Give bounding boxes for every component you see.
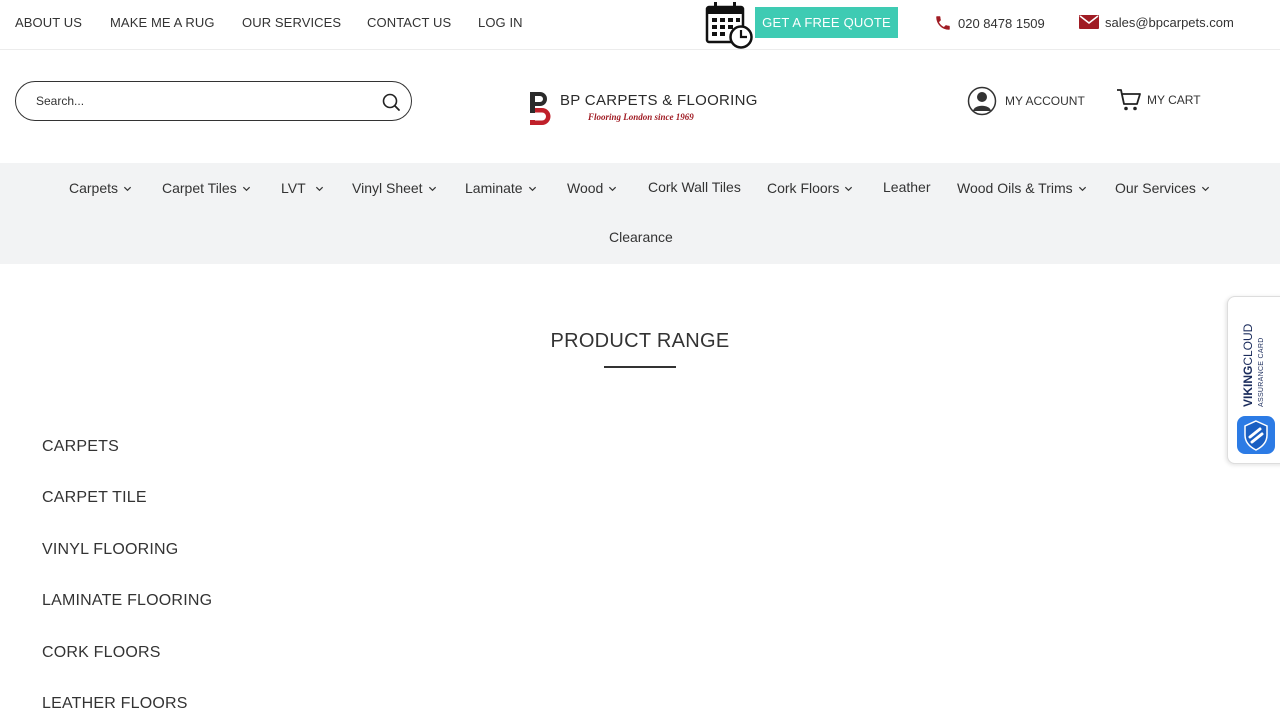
mail-icon bbox=[1079, 15, 1099, 29]
nav-item-vinyl-sheet[interactable]: Vinyl Sheet bbox=[352, 180, 437, 196]
nav-item-laminate[interactable]: Laminate bbox=[465, 180, 537, 196]
search-icon[interactable] bbox=[381, 92, 401, 112]
top-bar: ABOUT US MAKE ME A RUG OUR SERVICES CONT… bbox=[0, 0, 1280, 50]
nav-item-carpet-tiles[interactable]: Carpet Tiles bbox=[162, 180, 251, 196]
calendar-clock-icon[interactable] bbox=[704, 1, 754, 49]
email-address: sales@bpcarpets.com bbox=[1105, 14, 1234, 30]
vikingcloud-shield-icon bbox=[1237, 416, 1275, 454]
email-contact[interactable]: sales@bpcarpets.com bbox=[1079, 14, 1234, 30]
section-title: PRODUCT RANGE bbox=[550, 330, 730, 352]
nav-item-clearance[interactable]: Clearance bbox=[609, 229, 673, 245]
nav-item-wood[interactable]: Wood bbox=[567, 180, 617, 196]
product-range-item[interactable]: CARPETS bbox=[42, 438, 119, 456]
nav-item-lvt[interactable]: LVT bbox=[281, 180, 324, 196]
get-free-quote-button[interactable]: GET A FREE QUOTE bbox=[755, 7, 898, 38]
phone-icon bbox=[936, 16, 950, 30]
shopping-cart-icon bbox=[1117, 89, 1141, 111]
my-cart-label: MY CART bbox=[1147, 93, 1201, 107]
vikingcloud-subtitle: ASSURANCE CARD bbox=[1258, 337, 1265, 407]
my-account-link[interactable]: MY ACCOUNT bbox=[967, 86, 1085, 116]
nav-item-carpets[interactable]: Carpets bbox=[69, 180, 132, 196]
chevron-down-icon bbox=[428, 186, 436, 191]
nav-label: Cork Floors bbox=[767, 180, 840, 196]
log-in-link[interactable]: LOG IN bbox=[478, 15, 523, 30]
vikingcloud-assurance-badge[interactable]: VIKINGCLOUD ASSURANCE CARD bbox=[1227, 296, 1280, 464]
our-services-link[interactable]: OUR SERVICES bbox=[242, 15, 341, 30]
bp-logo-mark-icon bbox=[530, 92, 551, 125]
phone-number: 020 8478 1509 bbox=[958, 15, 1045, 31]
chevron-down-icon bbox=[528, 186, 536, 191]
nav-label: Clearance bbox=[609, 229, 673, 245]
chevron-down-icon bbox=[1201, 186, 1209, 191]
logo-tagline: Flooring London since 1969 bbox=[588, 112, 694, 122]
search-input[interactable] bbox=[36, 91, 366, 111]
search-box bbox=[15, 81, 412, 121]
nav-label: Carpet Tiles bbox=[162, 180, 237, 196]
my-cart-link[interactable]: MY CART bbox=[1116, 88, 1201, 112]
chevron-down-icon bbox=[609, 186, 617, 191]
site-logo[interactable]: BP CARPETS & FLOORING Flooring London si… bbox=[527, 91, 757, 127]
nav-label: Wood bbox=[567, 180, 604, 196]
vikingcloud-brand: VIKINGCLOUD bbox=[1241, 323, 1255, 407]
chevron-down-icon bbox=[845, 186, 853, 191]
title-underline bbox=[604, 366, 676, 368]
product-range-item[interactable]: VINYL FLOORING bbox=[42, 541, 178, 559]
my-account-label: MY ACCOUNT bbox=[1005, 94, 1085, 108]
chevron-down-icon bbox=[315, 186, 323, 191]
nav-item-wood-oils-trims[interactable]: Wood Oils & Trims bbox=[957, 180, 1087, 196]
nav-label: Leather bbox=[883, 179, 931, 195]
make-me-a-rug-link[interactable]: MAKE ME A RUG bbox=[110, 15, 215, 30]
phone-contact[interactable]: 020 8478 1509 bbox=[934, 14, 1045, 32]
product-range-item[interactable]: LEATHER FLOORS bbox=[42, 695, 188, 713]
nav-label: LVT bbox=[281, 180, 306, 196]
main-nav: Carpets Carpet Tiles LVT Vinyl Sheet Lam… bbox=[0, 163, 1280, 264]
chevron-down-icon bbox=[123, 186, 132, 191]
contact-us-link[interactable]: CONTACT US bbox=[367, 15, 451, 30]
logo-name: BP CARPETS & FLOORING bbox=[560, 92, 758, 109]
nav-item-cork-wall-tiles[interactable]: Cork Wall Tiles bbox=[648, 179, 741, 195]
nav-item-leather[interactable]: Leather bbox=[883, 179, 930, 195]
nav-item-cork-floors[interactable]: Cork Floors bbox=[767, 180, 853, 196]
nav-label: Cork Wall Tiles bbox=[648, 179, 741, 195]
product-range-item[interactable]: CORK FLOORS bbox=[42, 644, 161, 662]
nav-item-our-services[interactable]: Our Services bbox=[1115, 180, 1210, 196]
nav-label: Our Services bbox=[1115, 180, 1196, 196]
product-range-item[interactable]: CARPET TILE bbox=[42, 489, 147, 507]
chevron-down-icon bbox=[1078, 186, 1086, 191]
nav-label: Wood Oils & Trims bbox=[957, 180, 1073, 196]
nav-label: Carpets bbox=[69, 180, 119, 196]
chevron-down-icon bbox=[242, 186, 250, 191]
product-range-item[interactable]: LAMINATE FLOORING bbox=[42, 592, 212, 610]
nav-label: Vinyl Sheet bbox=[352, 180, 423, 196]
about-us-link[interactable]: ABOUT US bbox=[15, 15, 82, 30]
user-avatar-icon bbox=[967, 86, 997, 116]
nav-label: Laminate bbox=[465, 180, 523, 196]
